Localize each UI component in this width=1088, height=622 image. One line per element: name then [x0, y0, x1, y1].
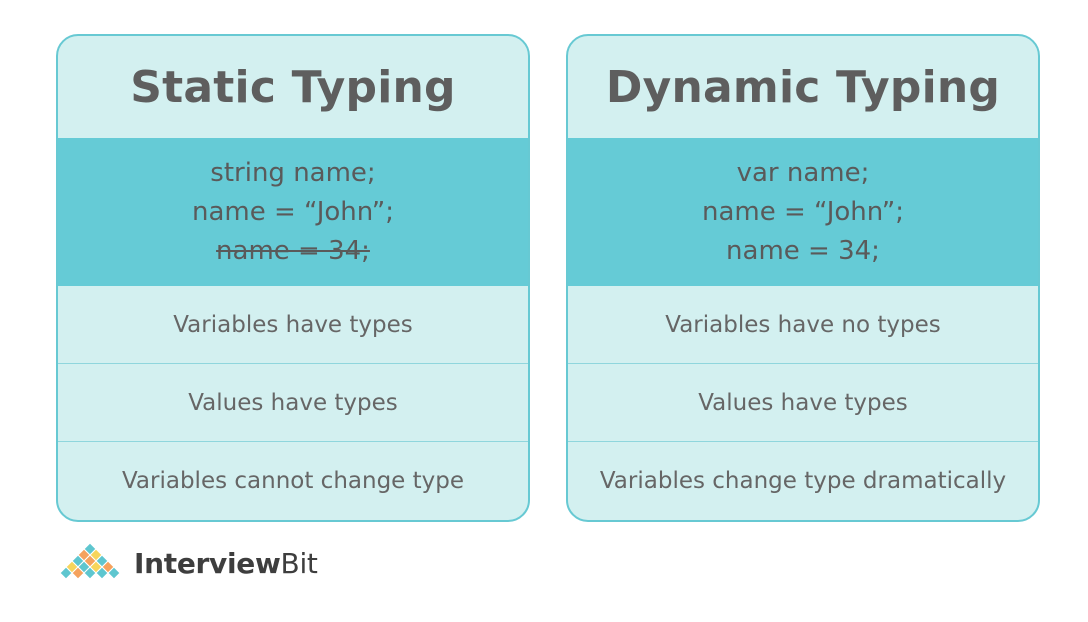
code-block: string name; name = “John”; name = 34; — [58, 138, 528, 286]
feature-row: Variables have types — [173, 311, 413, 338]
feature-row: Values have types — [58, 363, 528, 441]
code-line: string name; — [210, 157, 376, 188]
card-title: Dynamic Typing — [605, 61, 1001, 113]
dynamic-typing-card: Dynamic Typing var name; name = “John”; … — [566, 34, 1040, 522]
diamond-lattice-logo-icon — [59, 542, 121, 580]
static-typing-card: Static Typing string name; name = “John”… — [56, 34, 530, 522]
feature-row: Variables have no types — [665, 311, 941, 338]
feature-row: Variables cannot change type — [58, 441, 528, 519]
interviewbit-logo: InterviewBit — [54, 540, 318, 586]
code-line: var name; — [736, 157, 870, 188]
feature-row: Variables change type dramatically — [568, 441, 1038, 519]
code-line: name = 34; — [726, 235, 880, 266]
code-line: name = “John”; — [701, 196, 905, 227]
feature-row: Values have types — [568, 363, 1038, 441]
code-block: var name; name = “John”; name = 34; — [568, 138, 1038, 286]
logo-bold-text: Interview — [134, 546, 281, 580]
code-line: name = “John”; — [191, 196, 395, 227]
logo-wordmark: InterviewBit — [134, 547, 318, 580]
logo-light-text: Bit — [280, 546, 318, 580]
card-title: Static Typing — [130, 61, 456, 113]
code-line-struck: name = 34; — [216, 235, 370, 266]
